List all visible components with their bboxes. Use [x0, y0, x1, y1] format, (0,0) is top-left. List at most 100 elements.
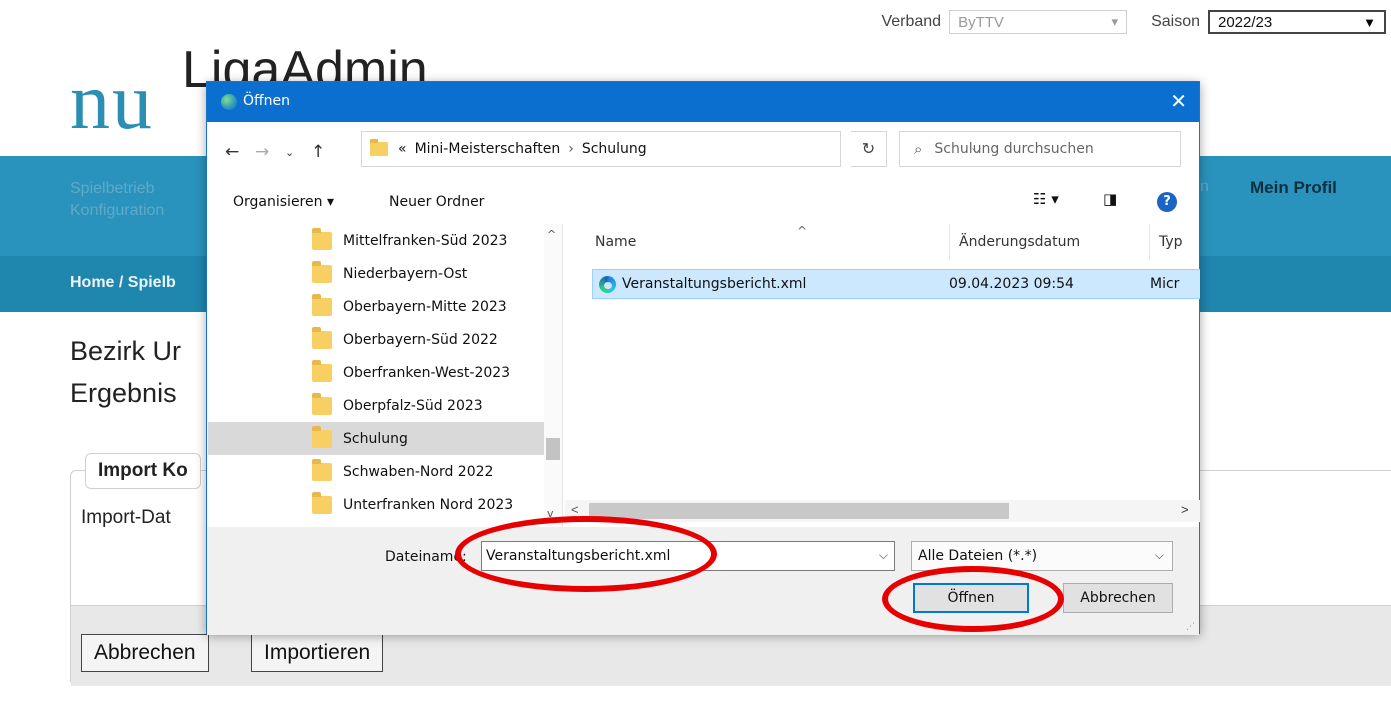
address-segment-current[interactable]: Schulung — [582, 141, 647, 157]
horizontal-scrollbar[interactable]: < > — [565, 500, 1200, 522]
preview-pane-icon[interactable]: ◨ — [1103, 190, 1117, 208]
scroll-down-icon[interactable]: v — [547, 507, 554, 520]
breadcrumb[interactable]: Home / Spielb — [70, 274, 176, 292]
page-title-line1: Bezirk Ur — [70, 336, 182, 366]
filter-value: Alle Dateien (*.*) — [918, 548, 1038, 564]
address-row: ← → ⌄ ↑ « Mini-Meisterschaften › Schulun… — [207, 122, 1199, 182]
header-bar: Verband ByTTV ▾ Saison 2022/23 ▼ — [881, 8, 1391, 36]
scrollbar-thumb[interactable] — [589, 503, 1009, 519]
dialog-toolbar: Organisieren ▾ Neuer Ordner ☷ ▾ ◨ ? — [207, 184, 1199, 222]
logo-nu-text: nu — [70, 58, 154, 146]
app-icon — [221, 94, 237, 110]
page-title: Bezirk Ur Ergebnis — [70, 330, 181, 414]
folder-icon — [312, 425, 332, 448]
file-open-dialog: Öffnen ✕ ← → ⌄ ↑ « Mini-Meisterschaften … — [206, 81, 1200, 635]
folder-icon — [312, 227, 332, 250]
search-input[interactable]: ⌕ Schulung durchsuchen — [899, 131, 1181, 167]
tree-item[interactable]: Oberbayern-Mitte 2023 — [208, 290, 544, 323]
folder-icon — [312, 260, 332, 283]
folder-icon — [312, 458, 332, 481]
tree-item-label: Oberbayern-Süd 2022 — [343, 331, 498, 348]
nav-left-items[interactable]: Spielbetrieb Konfiguration — [70, 178, 164, 222]
open-button[interactable]: Öffnen — [913, 583, 1029, 613]
dialog-cancel-button[interactable]: Abbrechen — [1063, 583, 1173, 613]
tree-item-label: Schwaben-Nord 2022 — [343, 463, 494, 480]
edge-browser-icon — [599, 275, 616, 293]
nav-item-partial[interactable]: n — [1200, 178, 1209, 196]
search-placeholder: Schulung durchsuchen — [934, 141, 1094, 157]
refresh-icon[interactable]: ↻ — [851, 131, 887, 167]
recent-chevron-icon[interactable]: ⌄ — [285, 146, 294, 159]
column-divider[interactable] — [949, 224, 950, 260]
filename-label: Dateiname: — [385, 549, 467, 565]
resize-grip-icon[interactable]: ⋰ — [1186, 622, 1195, 632]
nav-item-konfiguration[interactable]: Konfiguration — [70, 200, 164, 222]
back-arrow-icon[interactable]: ← — [225, 142, 239, 162]
tree-item-label: Unterfranken Nord 2023 — [343, 496, 514, 513]
chevron-down-icon[interactable]: ⌵ — [879, 548, 888, 563]
tree-item[interactable]: Oberbayern-Süd 2022 — [208, 323, 544, 356]
scroll-up-icon[interactable]: ^ — [547, 228, 556, 241]
nav-item-spielbetrieb[interactable]: Spielbetrieb — [70, 178, 164, 200]
view-options-icon[interactable]: ☷ ▾ — [1033, 190, 1059, 208]
file-row-selected[interactable]: Veranstaltungsbericht.xml 09.04.2023 09:… — [592, 269, 1200, 299]
tree-item-label: Mittelfranken-Süd 2023 — [343, 232, 508, 249]
folder-icon — [312, 326, 332, 349]
file-date: 09.04.2023 09:54 — [949, 276, 1074, 292]
forward-arrow-icon[interactable]: → — [255, 142, 269, 162]
folder-icon — [312, 293, 332, 316]
column-header-date[interactable]: Änderungsdatum — [959, 234, 1080, 250]
nav-item-mein-profil[interactable]: Mein Profil — [1250, 178, 1337, 198]
tree-item-label: Oberbayern-Mitte 2023 — [343, 298, 507, 315]
tree-item-selected[interactable]: Schulung — [208, 422, 544, 455]
tree-item[interactable]: Unterfranken Nord 2023 — [208, 488, 544, 521]
address-separator: › — [568, 141, 574, 157]
folder-icon — [312, 491, 332, 514]
close-icon[interactable]: ✕ — [1170, 89, 1187, 113]
saison-value: 2022/23 — [1218, 13, 1273, 31]
import-file-label: Import-Dat — [81, 507, 171, 528]
tree-item-label: Oberpfalz-Süd 2023 — [343, 397, 483, 414]
saison-select[interactable]: 2022/23 ▼ — [1208, 10, 1386, 34]
folder-tree: Mittelfranken-Süd 2023 Niederbayern-Ost … — [208, 224, 563, 527]
folder-icon — [370, 139, 388, 156]
address-bar[interactable]: « Mini-Meisterschaften › Schulung ⌵ — [361, 131, 981, 167]
dialog-bottom-bar: Dateiname: Veranstaltungsbericht.xml ⌵ A… — [207, 527, 1199, 635]
saison-label: Saison — [1151, 13, 1200, 30]
chevron-down-icon[interactable]: ⌵ — [1155, 548, 1164, 563]
verband-label: Verband — [881, 13, 942, 30]
dialog-titlebar[interactable]: Öffnen ✕ — [207, 82, 1199, 122]
tree-item[interactable]: Oberpfalz-Süd 2023 — [208, 389, 544, 422]
page-import-button[interactable]: Importieren — [251, 634, 384, 672]
up-arrow-icon[interactable]: ↑ — [311, 142, 325, 162]
tree-item[interactable]: Schwaben-Nord 2022 — [208, 455, 544, 488]
tree-scrollbar[interactable]: ^ v — [544, 224, 562, 527]
organize-menu-button[interactable]: Organisieren ▾ — [233, 194, 334, 210]
address-segment-parent[interactable]: Mini-Meisterschaften — [415, 141, 561, 157]
tree-item[interactable]: Mittelfranken-Süd 2023 — [208, 224, 544, 257]
new-folder-button[interactable]: Neuer Ordner — [389, 194, 484, 210]
tree-item[interactable]: Oberfranken-West-2023 — [208, 356, 544, 389]
tree-item-label: Schulung — [343, 430, 408, 447]
filename-input[interactable]: Veranstaltungsbericht.xml ⌵ — [481, 541, 895, 571]
search-icon: ⌕ — [914, 140, 923, 158]
help-icon[interactable]: ? — [1157, 192, 1177, 212]
tree-item-label: Niederbayern-Ost — [343, 265, 468, 282]
filename-value: Veranstaltungsbericht.xml — [486, 548, 671, 564]
tree-item[interactable]: Niederbayern-Ost — [208, 257, 544, 290]
folder-icon — [312, 392, 332, 415]
column-header-type[interactable]: Typ — [1159, 234, 1183, 250]
address-overflow[interactable]: « — [398, 141, 407, 157]
verband-select[interactable]: ByTTV ▾ — [949, 10, 1128, 34]
page-cancel-button[interactable]: Abbrechen — [81, 634, 209, 672]
scroll-left-icon[interactable]: < — [571, 502, 579, 517]
file-type-filter[interactable]: Alle Dateien (*.*) ⌵ — [911, 541, 1173, 571]
column-header-name[interactable]: Name — [595, 234, 636, 250]
scroll-right-icon[interactable]: > — [1181, 502, 1189, 517]
column-divider[interactable] — [1149, 224, 1150, 260]
chevron-down-icon: ▾ — [1111, 14, 1119, 29]
verband-value: ByTTV — [958, 13, 1004, 31]
scrollbar-thumb[interactable] — [546, 438, 560, 460]
page-title-line2: Ergebnis — [70, 378, 177, 408]
file-type: Micr — [1150, 276, 1180, 292]
